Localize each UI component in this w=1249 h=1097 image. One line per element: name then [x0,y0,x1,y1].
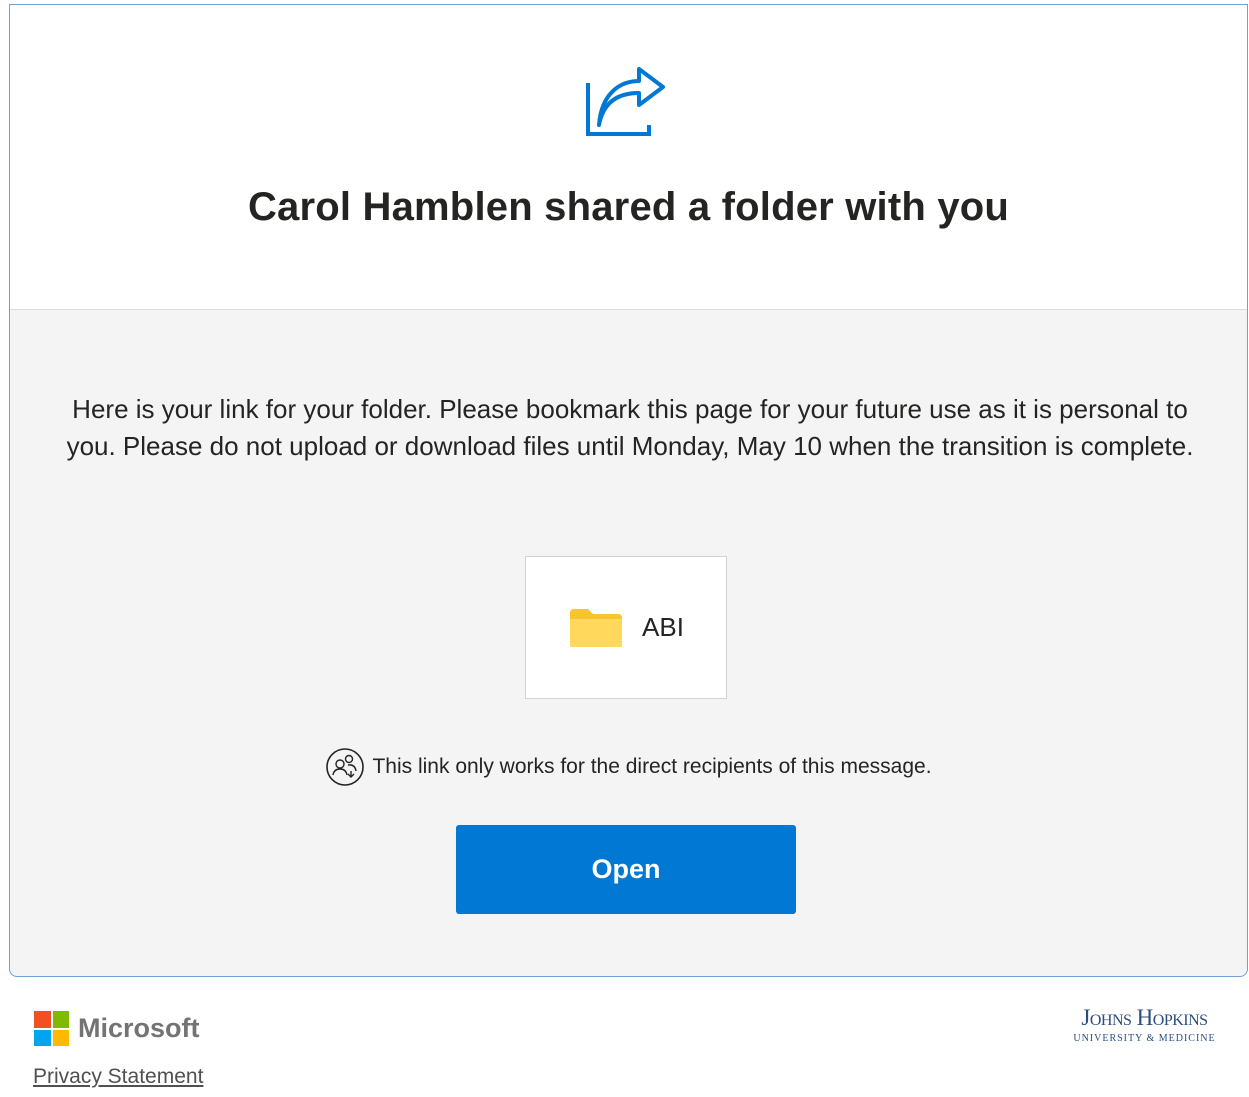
people-icon [326,748,365,786]
share-icon [586,67,665,136]
folder-tile[interactable]: ABI [525,556,727,699]
share-card: Carol Hamblen shared a folder with you H… [9,4,1248,977]
open-button[interactable]: Open [456,825,796,914]
info-message: Here is your link for your folder. Pleas… [66,394,1194,461]
johns-hopkins-logo-main: Johns Hopkins [1081,1005,1208,1030]
card-header: Carol Hamblen shared a folder with you [10,5,1247,310]
folder-name: ABI [642,612,684,642]
footer: Microsoft Privacy Statement Johns Hopkin… [0,977,1249,1097]
johns-hopkins-logo: Johns Hopkins UNIVERSITY & MEDICINE [1062,1005,1227,1044]
page-title: Carol Hamblen shared a folder with you [247,185,1010,229]
microsoft-logo: Microsoft [34,1011,200,1046]
recipients-text: This link only works for the direct reci… [372,755,932,778]
johns-hopkins-logo-sub: UNIVERSITY & MEDICINE [1073,1033,1216,1044]
microsoft-squares-icon [34,1011,69,1046]
privacy-statement-link[interactable]: Privacy Statement [33,1065,203,1089]
folder-icon [570,608,623,647]
microsoft-brand-name: Microsoft [78,1013,200,1043]
recipients-note: This link only works for the direct reci… [10,747,1247,787]
